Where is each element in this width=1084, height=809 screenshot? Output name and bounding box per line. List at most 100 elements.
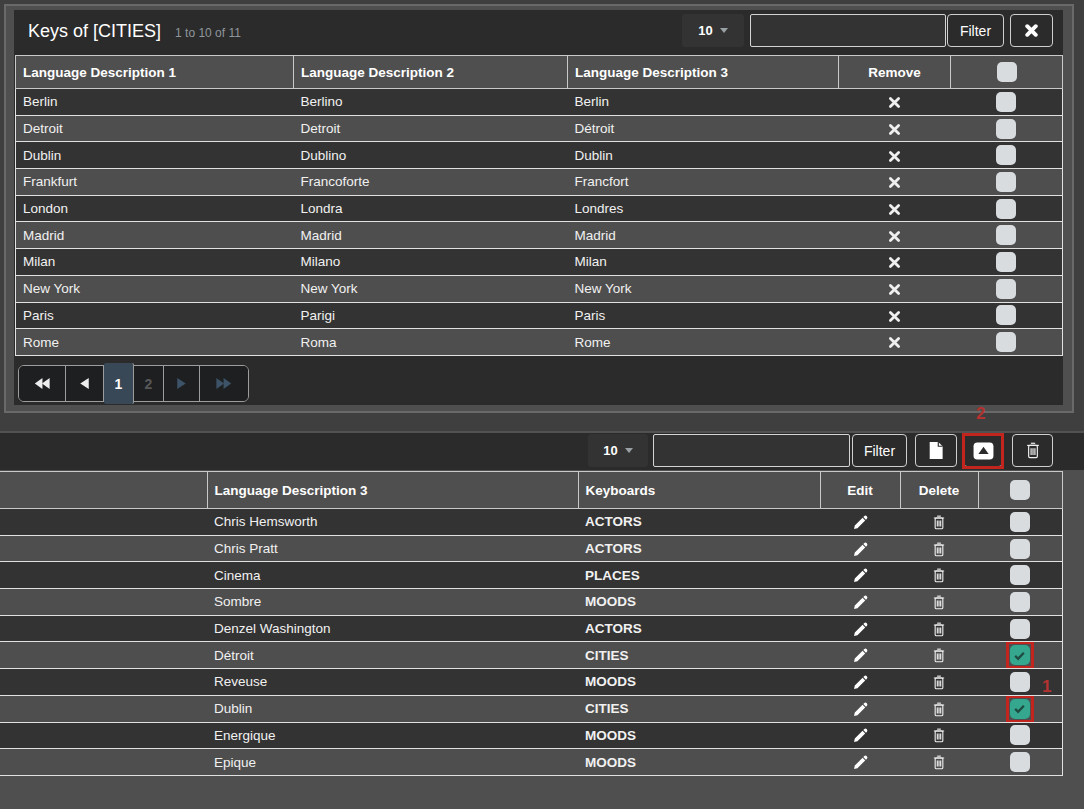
values-toolbar: 10 Filter xyxy=(0,431,1084,470)
edit-pencil-icon[interactable] xyxy=(853,542,868,557)
page-prev-button[interactable] xyxy=(66,366,104,401)
cell-delete[interactable] xyxy=(900,589,978,616)
delete-trash-icon[interactable] xyxy=(932,648,946,663)
delete-selected-button[interactable] xyxy=(1012,434,1053,467)
col-keyboards[interactable]: Keyboards xyxy=(578,472,820,509)
cell-edit[interactable] xyxy=(820,615,900,642)
edit-pencil-icon[interactable] xyxy=(853,648,868,663)
row-checkbox[interactable] xyxy=(1010,619,1030,639)
page-next-button[interactable] xyxy=(164,366,200,401)
cell-edit[interactable] xyxy=(820,722,900,749)
row-checkbox[interactable] xyxy=(996,332,1016,352)
row-checkbox[interactable] xyxy=(1010,752,1030,772)
delete-trash-icon[interactable] xyxy=(932,728,946,743)
cell-edit[interactable] xyxy=(820,509,900,536)
cell-delete[interactable] xyxy=(900,669,978,696)
delete-trash-icon[interactable] xyxy=(932,595,946,610)
cell-remove xyxy=(839,329,951,356)
row-checkbox[interactable] xyxy=(996,92,1016,112)
row-checkbox[interactable] xyxy=(1010,512,1030,532)
cell-edit[interactable] xyxy=(820,535,900,562)
cell-edit[interactable] xyxy=(820,562,900,589)
cell-edit[interactable] xyxy=(820,589,900,616)
delete-trash-icon[interactable] xyxy=(932,542,946,557)
page-2-button[interactable]: 2 xyxy=(134,366,164,401)
row-checkbox[interactable] xyxy=(1010,565,1030,585)
row-checkbox[interactable] xyxy=(996,252,1016,272)
edit-pencil-icon[interactable] xyxy=(853,515,868,530)
row-checkbox[interactable] xyxy=(1010,539,1030,559)
row-checkbox-checked[interactable] xyxy=(1010,699,1030,719)
cell-language-description-3: Denzel Washington xyxy=(207,615,578,642)
row-checkbox[interactable] xyxy=(1010,592,1030,612)
remove-icon[interactable] xyxy=(888,336,901,349)
row-checkbox[interactable] xyxy=(996,305,1016,325)
select-all-checkbox[interactable] xyxy=(997,62,1017,82)
cell-delete[interactable] xyxy=(900,535,978,562)
cell-delete[interactable] xyxy=(900,562,978,589)
page-first-button[interactable] xyxy=(19,366,66,401)
remove-icon[interactable] xyxy=(888,150,901,163)
delete-trash-icon[interactable] xyxy=(932,622,946,637)
cell-edit[interactable] xyxy=(820,669,900,696)
row-checkbox-checked[interactable] xyxy=(1010,645,1030,665)
cell-language-description-2: Milano xyxy=(294,249,568,276)
cell-delete[interactable] xyxy=(900,615,978,642)
col-language-description-1[interactable]: Language Description 1 xyxy=(16,56,294,89)
cell-language-description-3: Détroit xyxy=(568,115,839,142)
delete-trash-icon[interactable] xyxy=(932,515,946,530)
edit-pencil-icon[interactable] xyxy=(853,568,868,583)
row-checkbox[interactable] xyxy=(1010,725,1030,745)
values-page-size-select[interactable]: 10 xyxy=(588,434,648,467)
page-1-button[interactable]: 1 xyxy=(104,363,134,404)
delete-trash-icon[interactable] xyxy=(932,702,946,717)
row-checkbox[interactable] xyxy=(996,119,1016,139)
filter-button[interactable]: Filter xyxy=(947,14,1004,47)
cell-delete[interactable] xyxy=(900,695,978,722)
edit-pencil-icon[interactable] xyxy=(853,755,868,770)
cell-delete[interactable] xyxy=(900,642,978,669)
edit-pencil-icon[interactable] xyxy=(853,622,868,637)
cell-delete[interactable] xyxy=(900,509,978,536)
delete-trash-icon[interactable] xyxy=(932,675,946,690)
values-filter-button[interactable]: Filter xyxy=(852,434,907,467)
remove-icon[interactable] xyxy=(888,176,901,189)
upload-button[interactable] xyxy=(963,434,1003,467)
edit-pencil-icon[interactable] xyxy=(853,595,868,610)
remove-icon[interactable] xyxy=(888,203,901,216)
cell-keyboard: CITIES xyxy=(578,642,820,669)
remove-icon[interactable] xyxy=(888,310,901,323)
row-checkbox[interactable] xyxy=(996,279,1016,299)
new-document-button[interactable] xyxy=(915,434,957,467)
cell-edit[interactable] xyxy=(820,749,900,776)
remove-icon[interactable] xyxy=(888,123,901,136)
row-checkbox[interactable] xyxy=(996,199,1016,219)
values-select-all-checkbox[interactable] xyxy=(1010,480,1030,500)
edit-pencil-icon[interactable] xyxy=(853,675,868,690)
cell-edit[interactable] xyxy=(820,642,900,669)
filter-input[interactable] xyxy=(750,14,946,47)
col-language-description-3[interactable]: Language Description 3 xyxy=(568,56,839,89)
cell-edit[interactable] xyxy=(820,695,900,722)
values-filter-input[interactable] xyxy=(653,434,850,467)
delete-trash-icon[interactable] xyxy=(932,755,946,770)
edit-pencil-icon[interactable] xyxy=(853,702,868,717)
col-language-description-3[interactable]: Language Description 3 xyxy=(207,472,578,509)
page-last-button[interactable] xyxy=(200,366,248,401)
city-row: ParisParigiParis xyxy=(16,302,1063,329)
cell-delete[interactable] xyxy=(900,722,978,749)
row-checkbox[interactable] xyxy=(1010,672,1030,692)
col-language-description-2[interactable]: Language Description 2 xyxy=(294,56,568,89)
delete-trash-icon[interactable] xyxy=(932,568,946,583)
edit-pencil-icon[interactable] xyxy=(853,728,868,743)
remove-icon[interactable] xyxy=(888,256,901,269)
remove-icon[interactable] xyxy=(888,283,901,296)
remove-icon[interactable] xyxy=(888,230,901,243)
row-checkbox[interactable] xyxy=(996,225,1016,245)
remove-icon[interactable] xyxy=(888,96,901,109)
page-size-select[interactable]: 10 xyxy=(682,14,744,47)
row-checkbox[interactable] xyxy=(996,172,1016,192)
cell-delete[interactable] xyxy=(900,749,978,776)
close-button[interactable] xyxy=(1010,14,1053,47)
row-checkbox[interactable] xyxy=(996,145,1016,165)
